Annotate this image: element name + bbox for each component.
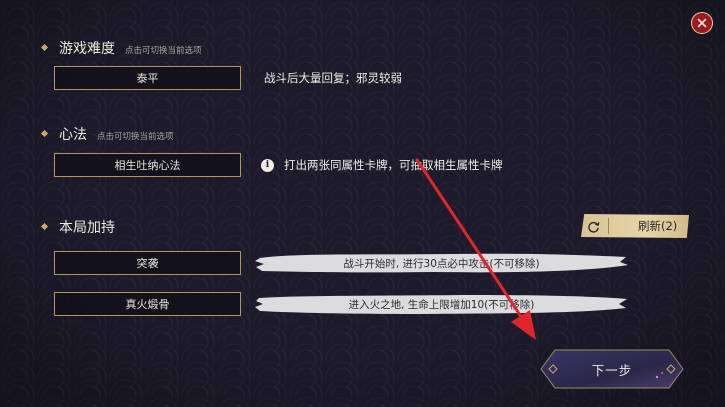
difficulty-title: 游戏难度 (59, 41, 115, 57)
next-step-label: 下一步 (591, 362, 633, 378)
difficulty-hint: 点击可切换当前选项 (125, 46, 202, 56)
buff-item-1-text: 战斗开始时, 进行30点必中攻击(不可移除) (343, 257, 540, 270)
buff-item-2-button[interactable]: 真火煅骨 (54, 292, 241, 316)
difficulty-description: 战斗后大量回复；邪灵较弱 (264, 71, 402, 85)
annotation-arrow (415, 158, 536, 340)
close-icon (697, 18, 707, 28)
buff-item-1-description: 战斗开始时, 进行30点必中攻击(不可移除) (254, 252, 629, 274)
diamond-bullet-icon (40, 222, 49, 231)
mindset-section-header: 心法 点击可切换当前选项 (40, 124, 174, 144)
diamond-bullet-icon (40, 129, 49, 138)
refresh-separator (608, 218, 609, 234)
mindset-option-button[interactable]: 相生吐纳心法 (54, 153, 241, 177)
mindset-description: 打出两张同属性卡牌，可抽取相生属性卡牌 (284, 158, 503, 172)
buff-item-2-text: 进入火之地, 生命上限增加10(不可移除) (348, 298, 535, 311)
buff-item-1-button[interactable]: 突袭 (54, 251, 241, 275)
mindset-description-row: i 打出两张同属性卡牌，可抽取相生属性卡牌 (261, 157, 503, 173)
background-vignette (0, 0, 725, 407)
next-step-button[interactable]: 下一步 (537, 349, 687, 389)
buffs-section-header: 本局加持 (40, 217, 125, 237)
difficulty-section-header: 游戏难度 点击可切换当前选项 (40, 38, 202, 58)
close-button[interactable] (691, 12, 713, 34)
refresh-icon (588, 221, 600, 233)
mindset-title: 心法 (59, 127, 87, 143)
mindset-hint: 点击可切换当前选项 (97, 132, 174, 142)
info-icon[interactable]: i (261, 158, 274, 172)
refresh-button[interactable]: 刷新(2) (581, 214, 689, 238)
buff-item-2-description: 进入火之地, 生命上限增加10(不可移除) (254, 293, 629, 315)
diamond-bullet-icon (40, 43, 49, 52)
refresh-label: 刷新(2) (638, 219, 678, 233)
buffs-title: 本局加持 (59, 220, 115, 236)
difficulty-option-button[interactable]: 泰平 (54, 66, 241, 90)
